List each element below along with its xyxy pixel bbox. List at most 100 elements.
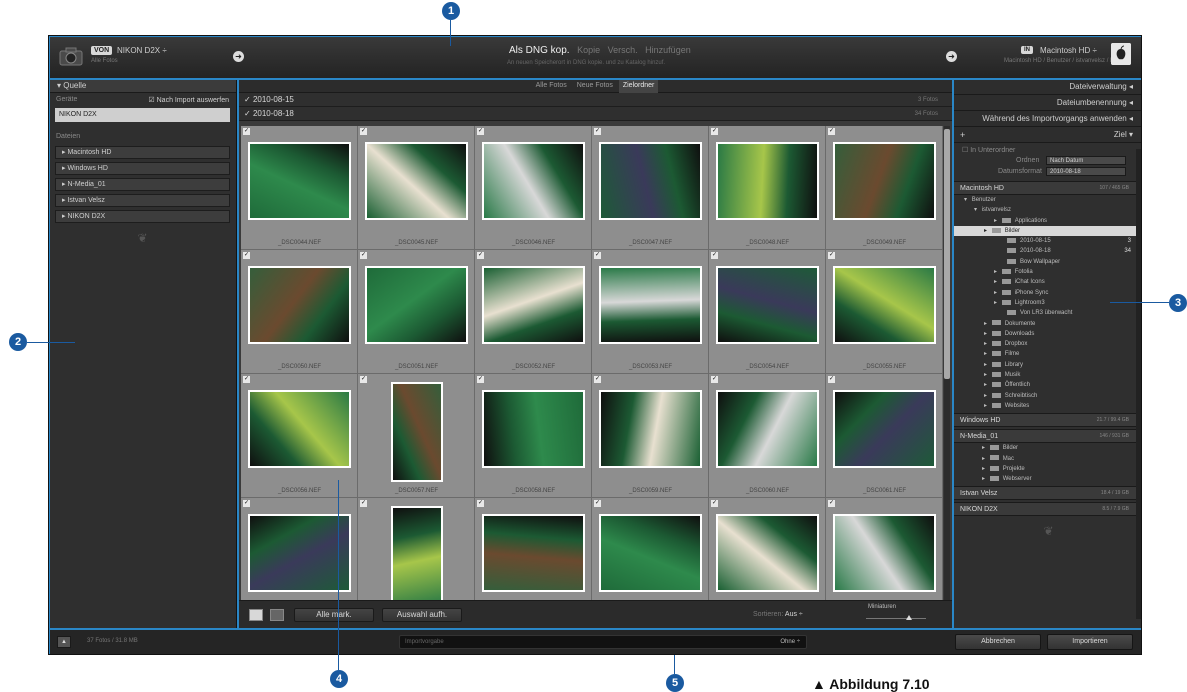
volume-nmedia[interactable]: N-Media_01 146 / 931 GB — [954, 429, 1141, 444]
include-checkbox[interactable]: ✓ — [594, 500, 601, 507]
folder-tree-item[interactable]: ▸ Bilder — [954, 443, 1141, 453]
thumbnail-size-knob[interactable] — [906, 615, 912, 620]
photo-thumbnail[interactable]: ✓ _DSC0050.NEF — [241, 250, 358, 374]
folder-tree-item[interactable]: ▸ Schreibtisch — [954, 391, 1141, 401]
folder-tree-item[interactable]: ▸ Webserver — [954, 474, 1141, 484]
folder-tree-item[interactable]: ▸ Fotolia — [954, 267, 1141, 277]
disclosure-arrow-icon[interactable]: ▸ — [994, 279, 999, 285]
photo-thumbnail[interactable]: ✓ _DSC0048.NEF — [709, 126, 826, 250]
include-checkbox[interactable]: ✓ — [828, 128, 835, 135]
subfolder-row[interactable]: ☐ In Unterordner — [954, 143, 1141, 154]
grid-scrollbar[interactable] — [944, 126, 950, 600]
photo-thumbnail[interactable]: ✓ _DSC0057.NEF — [358, 374, 475, 498]
photo-thumbnail[interactable]: ✓ _DSC0044.NEF — [241, 126, 358, 250]
selected-device[interactable]: NIKON D2X — [55, 108, 230, 122]
folder-tree-item[interactable]: Bow Wallpaper — [954, 257, 1141, 267]
section-apply-during-import[interactable]: Während des Importvorgangs anwenden ◂ — [954, 111, 1141, 127]
photo-thumbnail[interactable]: ✓ _DSC0061.NEF — [826, 374, 943, 498]
disclosure-arrow-icon[interactable]: ▸ — [994, 218, 999, 224]
volume-item[interactable]: ▸ Macintosh HD — [55, 146, 230, 159]
include-checkbox[interactable]: ✓ — [360, 376, 367, 383]
sort-control[interactable]: Sortieren: Aus ÷ — [753, 611, 803, 618]
folder-tree-item[interactable]: ▸ Bilder — [954, 225, 1141, 237]
organize-select[interactable]: Nach Datum — [1046, 156, 1126, 165]
disclosure-arrow-icon[interactable]: ▸ — [984, 382, 989, 388]
folder-tree-item[interactable]: ▾ Benutzer — [954, 195, 1141, 205]
folder-tree-item[interactable]: ▸ Dokumente — [954, 319, 1141, 329]
include-checkbox[interactable]: ✓ — [477, 252, 484, 259]
filter-all[interactable]: Alle Fotos — [532, 79, 571, 93]
filter-destination[interactable]: Zielordner — [618, 79, 659, 93]
source-panel-header[interactable]: ▾ Quelle — [49, 79, 236, 93]
eject-after-import-checkbox[interactable]: ☑ Nach Import auswerfen — [148, 96, 229, 104]
date-group-row[interactable]: ✓ 2010-08-18 34 Fotos — [238, 107, 952, 121]
include-checkbox[interactable]: ✓ — [360, 500, 367, 507]
mode-move[interactable]: Versch. — [608, 45, 638, 55]
folder-tree-item[interactable]: ▾ istvanvelsz — [954, 205, 1141, 215]
photo-thumbnail[interactable]: ✓ _DSC0045.NEF — [358, 126, 475, 250]
disclosure-arrow-icon[interactable]: ▸ — [984, 351, 989, 357]
disclosure-arrow-icon[interactable]: ▸ — [984, 321, 989, 327]
include-checkbox[interactable]: ✓ — [594, 376, 601, 383]
photo-thumbnail[interactable]: ✓ _DSC0055.NEF — [826, 250, 943, 374]
photo-thumbnail[interactable]: ✓ _DSC0051.NEF — [358, 250, 475, 374]
volume-istvan[interactable]: Istvan Velsz 18.4 / 19 GB — [954, 486, 1141, 501]
folder-tree-item[interactable]: ▸ iChat Icons — [954, 277, 1141, 287]
include-checkbox[interactable]: ✓ — [711, 252, 718, 259]
folder-tree-item[interactable]: ▸ iPhone Sync — [954, 288, 1141, 298]
include-checkbox[interactable]: ✓ — [243, 128, 250, 135]
include-checkbox[interactable]: ✓ — [594, 128, 601, 135]
check-all-button[interactable]: Alle mark. — [294, 608, 374, 622]
folder-tree-item[interactable]: ▸ Dropbox — [954, 339, 1141, 349]
folder-tree-item[interactable]: ▸ Filme — [954, 349, 1141, 359]
include-checkbox[interactable]: ✓ — [711, 128, 718, 135]
photo-thumbnail[interactable]: ✓ _DSC0060.NEF — [709, 374, 826, 498]
grid-view-icon[interactable] — [249, 609, 263, 621]
folder-tree-item[interactable]: Von LR3 überwacht — [954, 308, 1141, 318]
thumbnail-size-slider[interactable] — [866, 618, 926, 619]
volume-macintosh[interactable]: Macintosh HD 107 / 465 GB — [954, 181, 1141, 195]
disclosure-arrow-icon[interactable]: ▸ — [994, 300, 999, 306]
photo-thumbnail[interactable]: ✓ _DSC0059.NEF — [592, 374, 709, 498]
disclosure-arrow-icon[interactable]: ▾ — [964, 197, 969, 203]
section-destination[interactable]: + Ziel ▾ — [954, 127, 1141, 143]
disclosure-arrow-icon[interactable]: ▾ — [974, 207, 979, 213]
disclosure-arrow-icon[interactable]: ▸ — [984, 372, 989, 378]
dest-selector[interactable]: Macintosh HD ÷ — [1040, 46, 1097, 55]
include-checkbox[interactable]: ✓ — [828, 252, 835, 259]
collapse-icon[interactable]: ▲ — [57, 636, 71, 648]
plus-icon[interactable]: + — [960, 127, 965, 143]
photo-thumbnail[interactable]: ✓ _DSC0056.NEF — [241, 374, 358, 498]
folder-tree-item[interactable]: ▸ Öffentlich — [954, 380, 1141, 390]
volume-item[interactable]: ▸ Windows HD — [55, 162, 230, 175]
source-selector[interactable]: NIKON D2X ÷ — [117, 46, 167, 55]
include-checkbox[interactable]: ✓ — [711, 376, 718, 383]
include-checkbox[interactable]: ✓ — [243, 376, 250, 383]
photo-thumbnail[interactable]: ✓ _DSC0053.NEF — [592, 250, 709, 374]
disclosure-arrow-icon[interactable]: ▸ — [994, 290, 999, 296]
folder-tree-item[interactable]: ▸ Library — [954, 360, 1141, 370]
photo-thumbnail[interactable]: ✓ _DSC0052.NEF — [475, 250, 592, 374]
disclosure-arrow-icon[interactable]: ▸ — [994, 269, 999, 275]
folder-tree-item[interactable]: ▸ Projekte — [954, 464, 1141, 474]
folder-tree-item[interactable]: ▸ Mac — [954, 454, 1141, 464]
mode-add[interactable]: Hinzufügen — [645, 45, 691, 55]
folder-tree-item[interactable]: ▸ Musik — [954, 370, 1141, 380]
cancel-button[interactable]: Abbrechen — [955, 634, 1041, 650]
photo-thumbnail[interactable]: ✓ _DSC0049.NEF — [826, 126, 943, 250]
mode-copy[interactable]: Kopie — [577, 45, 600, 55]
section-file-handling[interactable]: Dateiverwaltung ◂ — [954, 79, 1141, 95]
import-preset-select[interactable]: Importvorgabe Ohne ÷ — [399, 635, 807, 649]
folder-tree-item[interactable]: ▸ Lightroom3 — [954, 298, 1141, 308]
date-group-row[interactable]: ✓ 2010-08-15 3 Fotos — [238, 93, 952, 107]
folder-tree-item[interactable]: ▸ Websites — [954, 401, 1141, 411]
photo-thumbnail[interactable]: ✓ _DSC0054.NEF — [709, 250, 826, 374]
volume-nikon[interactable]: NIKON D2X 8.5 / 7.9 GB — [954, 502, 1141, 517]
include-checkbox[interactable]: ✓ — [828, 376, 835, 383]
include-checkbox[interactable]: ✓ — [711, 500, 718, 507]
photo-thumbnail[interactable]: ✓ _DSC0058.NEF — [475, 374, 592, 498]
include-checkbox[interactable]: ✓ — [360, 252, 367, 259]
include-checkbox[interactable]: ✓ — [477, 376, 484, 383]
folder-tree-item[interactable]: ▸ Downloads — [954, 329, 1141, 339]
include-checkbox[interactable]: ✓ — [360, 128, 367, 135]
